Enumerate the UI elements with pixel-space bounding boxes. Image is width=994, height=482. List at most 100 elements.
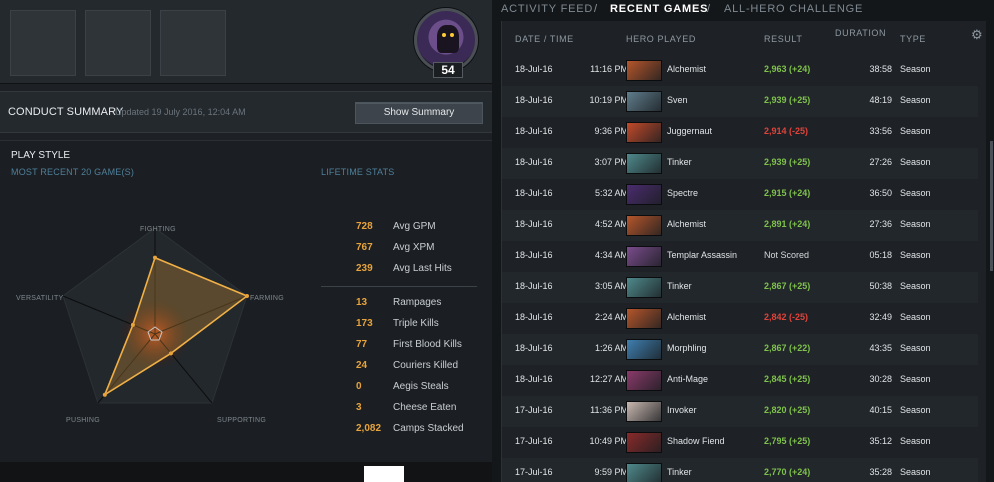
game-time: 5:32 AM bbox=[594, 188, 628, 198]
game-date: 18-Jul-16 bbox=[515, 219, 553, 229]
stat-value: 3 bbox=[356, 402, 362, 413]
game-result: 2,891 (+24) bbox=[764, 219, 811, 229]
game-result: 2,770 (+24) bbox=[764, 467, 811, 477]
game-result: 2,915 (+24) bbox=[764, 188, 811, 198]
game-duration: 40:15 bbox=[869, 405, 892, 415]
recent-games-table: DATE / TIME HERO PLAYED RESULT DURATION … bbox=[501, 21, 993, 482]
table-row[interactable]: 18-Jul-16 12:27 AM Anti-Mage 2,845 (+25) 30:… bbox=[502, 365, 978, 396]
stat-label: Aegis Steals bbox=[393, 381, 449, 392]
game-time: 10:49 PM bbox=[589, 436, 628, 446]
game-duration: 27:26 bbox=[869, 157, 892, 167]
game-date: 18-Jul-16 bbox=[515, 157, 553, 167]
table-header: DATE / TIME HERO PLAYED RESULT DURATION … bbox=[502, 21, 987, 55]
tab-activity-feed[interactable]: ACTIVITY FEED bbox=[501, 3, 593, 15]
showcase-slot[interactable] bbox=[10, 10, 76, 76]
game-duration: 38:58 bbox=[869, 64, 892, 74]
header-date-time[interactable]: DATE / TIME bbox=[515, 34, 574, 44]
hero-name: Tinker bbox=[667, 157, 692, 167]
table-row[interactable]: 17-Jul-16 9:59 PM Tinker 2,770 (+24) 35:28 Se… bbox=[502, 458, 978, 482]
games-panel: ACTIVITY FEED / RECENT GAMES / ALL-HERO … bbox=[492, 0, 994, 482]
game-type: Season bbox=[900, 157, 931, 167]
game-type: Season bbox=[900, 188, 931, 198]
hero-name: Templar Assassin bbox=[667, 250, 738, 260]
header-duration[interactable]: DURATION bbox=[835, 28, 886, 38]
table-row[interactable]: 18-Jul-16 4:52 AM Alchemist 2,891 (+24) 27:3… bbox=[502, 210, 978, 241]
game-result: 2,842 (-25) bbox=[764, 312, 809, 322]
axis-label-farming: FARMING bbox=[250, 295, 284, 302]
showcase-slot[interactable] bbox=[85, 10, 151, 76]
game-time: 4:52 AM bbox=[594, 219, 628, 229]
game-time: 11:16 PM bbox=[590, 64, 628, 74]
table-row[interactable]: 18-Jul-16 2:24 AM Alchemist 2,842 (-25) 32:4… bbox=[502, 303, 978, 334]
table-row[interactable]: 18-Jul-16 11:16 PM Alchemist 2,963 (+24) 38:… bbox=[502, 55, 978, 86]
table-row[interactable]: 18-Jul-16 10:19 PM Sven 2,939 (+25) 48:19 Sea… bbox=[502, 86, 978, 117]
game-time: 3:05 AM bbox=[594, 281, 628, 291]
hero-portrait-icon bbox=[626, 401, 662, 422]
hero-name: Spectre bbox=[667, 188, 699, 198]
table-row[interactable]: 18-Jul-16 5:32 AM Spectre 2,915 (+24) 36:50 S… bbox=[502, 179, 978, 210]
stat-label: Couriers Killed bbox=[393, 360, 459, 371]
avatar-hood bbox=[437, 25, 459, 53]
game-date: 18-Jul-16 bbox=[515, 188, 553, 198]
hero-portrait-icon bbox=[626, 60, 662, 81]
game-date: 18-Jul-16 bbox=[515, 374, 553, 384]
game-date: 18-Jul-16 bbox=[515, 126, 553, 136]
hero-portrait-icon bbox=[626, 339, 662, 360]
table-row[interactable]: 17-Jul-16 11:36 PM Invoker 2,820 (+25) 40:15… bbox=[502, 396, 978, 427]
table-row[interactable]: 18-Jul-16 4:34 AM Templar Assassin Not Scor… bbox=[502, 241, 978, 272]
hero-portrait-icon bbox=[626, 91, 662, 112]
game-duration: 35:12 bbox=[869, 436, 892, 446]
game-duration: 48:19 bbox=[869, 95, 892, 105]
game-duration: 05:18 bbox=[869, 250, 892, 260]
game-time: 9:36 PM bbox=[594, 126, 628, 136]
game-type: Season bbox=[900, 436, 931, 446]
header-result[interactable]: RESULT bbox=[764, 34, 802, 44]
stat-label: Camps Stacked bbox=[393, 423, 464, 434]
stat-value: 13 bbox=[356, 297, 368, 308]
game-time: 2:24 AM bbox=[594, 312, 628, 322]
conduct-summary-bar: CONDUCT SUMMARY Updated 19 July 2016, 12… bbox=[0, 91, 492, 133]
game-date: 17-Jul-16 bbox=[515, 405, 553, 415]
game-result: 2,939 (+25) bbox=[764, 157, 811, 167]
stat-label: Avg GPM bbox=[393, 221, 436, 232]
hero-portrait-icon bbox=[626, 153, 662, 174]
showcase-slot[interactable] bbox=[160, 10, 226, 76]
showcase-strip: 54 bbox=[0, 0, 492, 84]
game-time: 3:07 PM bbox=[594, 157, 628, 167]
hero-portrait-icon bbox=[626, 432, 662, 453]
gear-icon[interactable]: ⚙ bbox=[971, 27, 983, 43]
show-summary-button[interactable]: Show Summary bbox=[355, 102, 483, 124]
scrollbar[interactable] bbox=[990, 141, 993, 271]
radar-point-versatility bbox=[130, 322, 135, 327]
game-type: Season bbox=[900, 405, 931, 415]
conduct-updated-text: Updated 19 July 2016, 12:04 AM bbox=[115, 107, 246, 117]
header-type[interactable]: TYPE bbox=[900, 34, 926, 44]
table-row[interactable]: 18-Jul-16 3:05 AM Tinker 2,867 (+25) 50:38 Se… bbox=[502, 272, 978, 303]
game-date: 17-Jul-16 bbox=[515, 467, 553, 477]
table-row[interactable]: 18-Jul-16 1:26 AM Morphling 2,867 (+22) 43:3… bbox=[502, 334, 978, 365]
hero-name: Anti-Mage bbox=[667, 374, 709, 384]
hero-name: Alchemist bbox=[667, 64, 707, 74]
hero-name: Alchemist bbox=[667, 219, 707, 229]
play-style-radar-chart bbox=[62, 227, 249, 404]
hero-portrait-icon bbox=[626, 308, 662, 329]
tab-separator: / bbox=[707, 3, 711, 15]
game-date: 18-Jul-16 bbox=[515, 250, 553, 260]
stat-value: 24 bbox=[356, 360, 368, 371]
conduct-title: CONDUCT SUMMARY bbox=[8, 106, 124, 118]
header-hero-played[interactable]: HERO PLAYED bbox=[626, 34, 696, 44]
tab-recent-games[interactable]: RECENT GAMES bbox=[610, 3, 708, 15]
game-date: 18-Jul-16 bbox=[515, 64, 553, 74]
stats-divider bbox=[321, 286, 477, 287]
game-time: 12:27 AM bbox=[589, 374, 628, 384]
game-time: 4:34 AM bbox=[594, 250, 628, 260]
table-row[interactable]: 18-Jul-16 3:07 PM Tinker 2,939 (+25) 27:26 Se… bbox=[502, 148, 978, 179]
table-row[interactable]: 17-Jul-16 10:49 PM Shadow Fiend 2,795 (+25)… bbox=[502, 427, 978, 458]
hero-portrait-icon bbox=[626, 463, 662, 482]
table-row[interactable]: 18-Jul-16 9:36 PM Juggernaut 2,914 (-25) 33:… bbox=[502, 117, 978, 148]
lifetime-stats-title: LIFETIME STATS bbox=[321, 167, 395, 177]
hero-name: Shadow Fiend bbox=[667, 436, 725, 446]
game-duration: 35:28 bbox=[869, 467, 892, 477]
game-result: 2,914 (-25) bbox=[764, 126, 809, 136]
tab-all-hero-challenge[interactable]: ALL-HERO CHALLENGE bbox=[724, 3, 863, 15]
